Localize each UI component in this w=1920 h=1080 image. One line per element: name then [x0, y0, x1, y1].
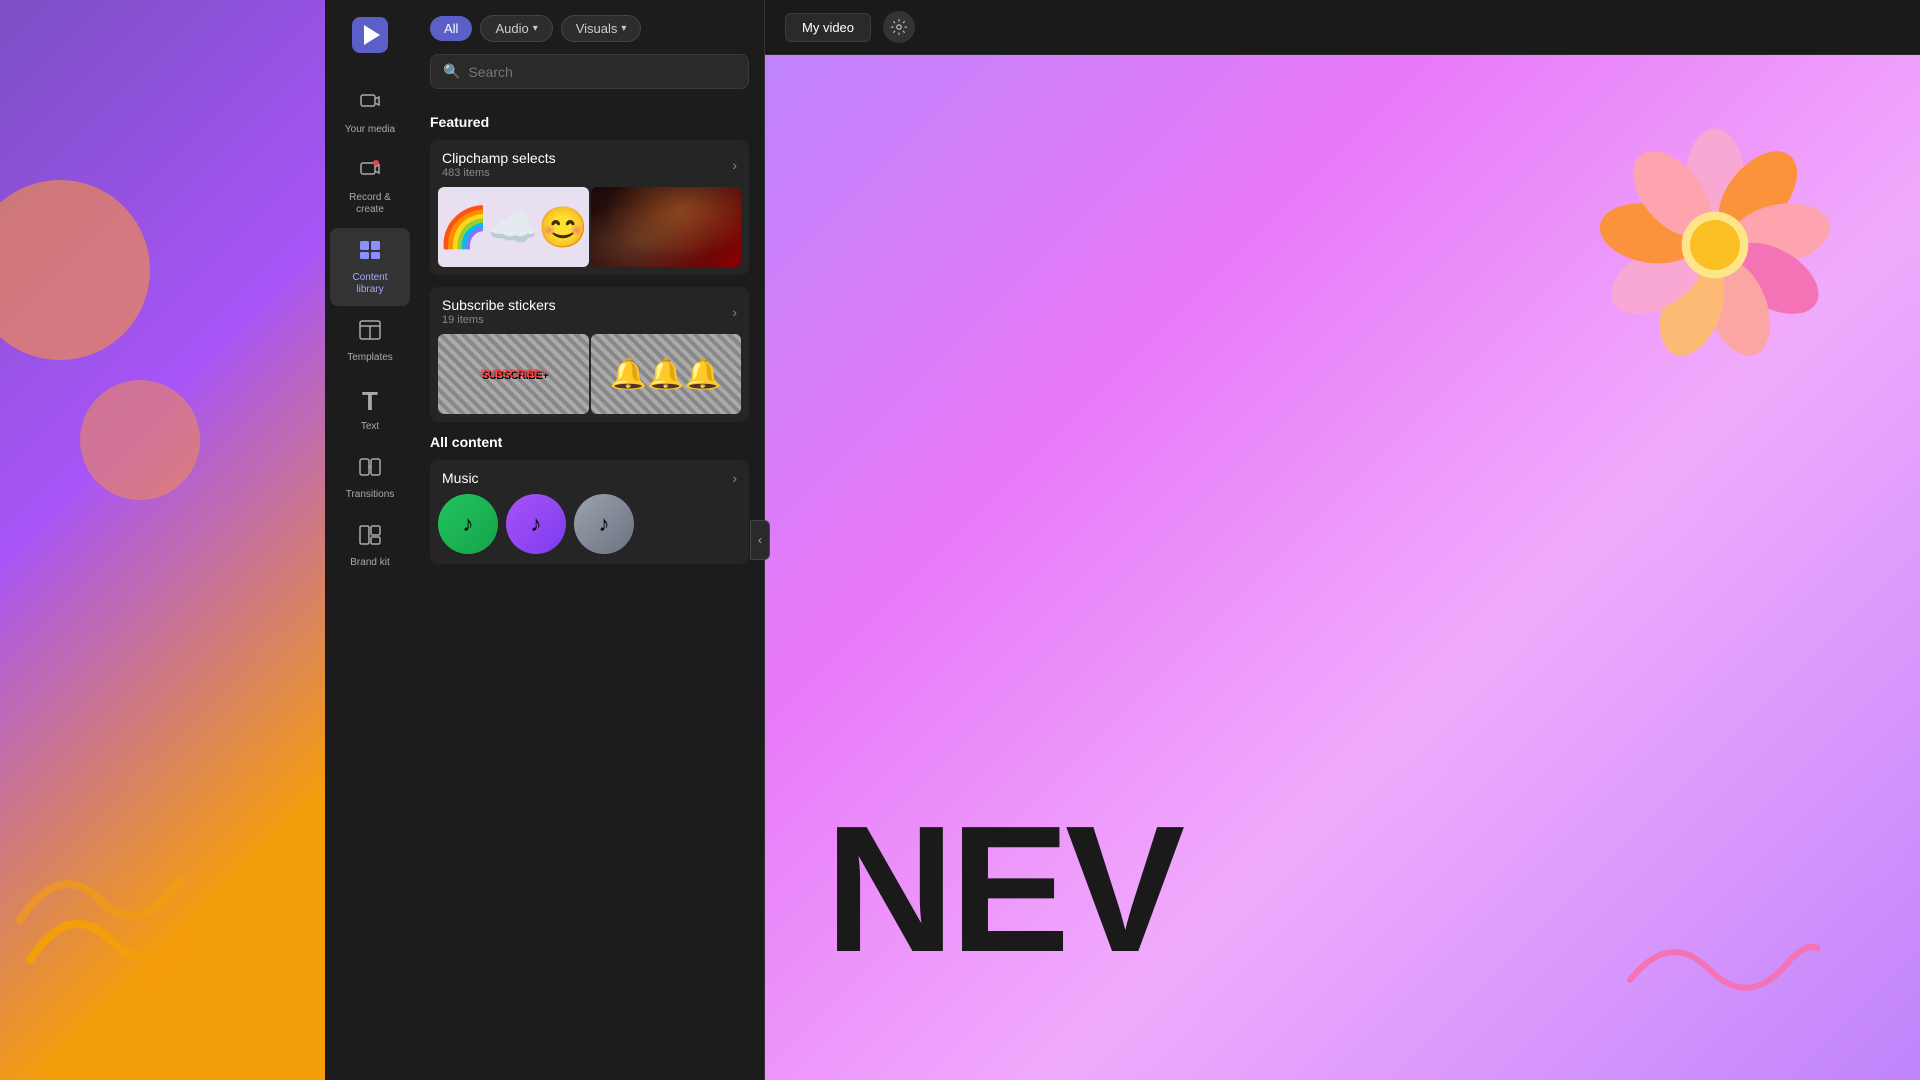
- preview-area: My video: [765, 0, 1920, 1080]
- sidebar-item-your-media-label: Your media: [345, 124, 395, 136]
- clipchamp-selects-card[interactable]: Clipchamp selects 483 items › 🌈☁️😊: [430, 140, 749, 275]
- card-arrow-selects: ›: [732, 157, 737, 173]
- card-previews-subscribe: SUBSCRIBE+ 🔔🔔🔔: [430, 334, 749, 422]
- sidebar-item-record-create[interactable]: Record &create: [330, 148, 410, 226]
- music-icons: ♪ ♪ ♪: [430, 494, 749, 564]
- search-input[interactable]: [468, 64, 736, 80]
- flower-decoration: [1590, 105, 1840, 385]
- audio-chevron-icon: ▾: [533, 23, 538, 34]
- card-arrow-subscribe: ›: [732, 304, 737, 320]
- record-create-icon: [358, 158, 382, 188]
- preview-rainbow-thumb: 🌈☁️😊: [438, 187, 589, 267]
- all-content-section-title: All content: [430, 434, 749, 450]
- sidebar-item-content-library-label: Contentlibrary: [352, 272, 387, 296]
- content-panel: All Audio ▾ Visuals ▾ 🔍 Featured Clipcha…: [415, 0, 765, 1080]
- preview-topbar: My video: [765, 0, 1920, 55]
- search-icon: 🔍: [443, 63, 460, 80]
- subscribe-stickers-card[interactable]: Subscribe stickers 19 items › SUBSCRIBE+…: [430, 287, 749, 422]
- collapse-panel-button[interactable]: ‹: [750, 520, 770, 560]
- search-bar: 🔍: [430, 54, 749, 89]
- filter-tabs: All Audio ▾ Visuals ▾: [430, 15, 749, 42]
- bg-circle-2: [80, 380, 200, 500]
- card-header-subscribe: Subscribe stickers 19 items ›: [430, 287, 749, 334]
- card-previews-selects: 🌈☁️😊: [430, 187, 749, 275]
- filter-audio-button[interactable]: Audio ▾: [480, 15, 552, 42]
- card-header-music: Music ›: [430, 460, 749, 494]
- sidebar-item-record-create-label: Record &create: [349, 192, 391, 216]
- panel-header: All Audio ▾ Visuals ▾ 🔍: [415, 0, 764, 99]
- my-video-button[interactable]: My video: [785, 13, 871, 42]
- text-icon: T: [362, 386, 378, 417]
- card-header-selects: Clipchamp selects 483 items ›: [430, 140, 749, 187]
- sidebar-item-brand-kit[interactable]: Brand kit: [330, 513, 410, 579]
- card-title-subscribe: Subscribe stickers: [442, 297, 556, 313]
- preview-particle-thumb: [591, 187, 742, 267]
- background-shapes: [0, 0, 325, 1080]
- settings-icon[interactable]: [883, 11, 915, 43]
- card-arrow-music: ›: [732, 470, 737, 486]
- sidebar-item-text-label: Text: [361, 421, 379, 433]
- panel-scroll-area[interactable]: Featured Clipchamp selects 483 items › 🌈…: [415, 99, 764, 1080]
- sidebar-item-brand-kit-label: Brand kit: [350, 557, 389, 569]
- sidebar-item-templates-label: Templates: [347, 352, 393, 364]
- sidebar-item-your-media[interactable]: Your media: [330, 80, 410, 146]
- content-library-icon: [358, 238, 382, 268]
- music-icon-gray[interactable]: ♪: [574, 494, 634, 554]
- featured-section-title: Featured: [430, 114, 749, 130]
- templates-icon: [358, 318, 382, 348]
- squiggle-decoration: [1620, 920, 1820, 1020]
- bg-circle-1: [0, 180, 150, 360]
- music-card[interactable]: Music › ♪ ♪ ♪: [430, 460, 749, 564]
- your-media-icon: [358, 90, 382, 120]
- filter-all-button[interactable]: All: [430, 16, 472, 41]
- card-subtitle-subscribe: 19 items: [442, 314, 556, 326]
- filter-visuals-button[interactable]: Visuals ▾: [561, 15, 642, 42]
- preview-bell-thumb: 🔔🔔🔔: [591, 334, 742, 414]
- app-logo[interactable]: [345, 10, 395, 60]
- transitions-icon: [358, 455, 382, 485]
- sidebar: Your media Record &create Contentlibrary: [325, 0, 415, 1080]
- sidebar-item-text[interactable]: T Text: [330, 376, 410, 443]
- card-subtitle-selects: 483 items: [442, 167, 556, 179]
- preview-subscribe-thumb: SUBSCRIBE+: [438, 334, 589, 414]
- card-title-selects: Clipchamp selects: [442, 150, 556, 166]
- video-text-overlay: NEV: [825, 800, 1180, 980]
- sidebar-item-templates[interactable]: Templates: [330, 308, 410, 374]
- music-icon-green[interactable]: ♪: [438, 494, 498, 554]
- music-icon-purple[interactable]: ♪: [506, 494, 566, 554]
- sidebar-item-content-library[interactable]: Contentlibrary: [330, 228, 410, 306]
- sidebar-item-transitions-label: Transitions: [346, 489, 395, 501]
- brand-kit-icon: [358, 523, 382, 553]
- video-frame: NEV: [765, 55, 1920, 1080]
- bg-squiggle: [10, 800, 210, 1000]
- sidebar-item-transitions[interactable]: Transitions: [330, 445, 410, 511]
- visuals-chevron-icon: ▾: [621, 23, 626, 34]
- card-title-music: Music: [442, 470, 479, 486]
- video-canvas: NEV: [765, 55, 1920, 1080]
